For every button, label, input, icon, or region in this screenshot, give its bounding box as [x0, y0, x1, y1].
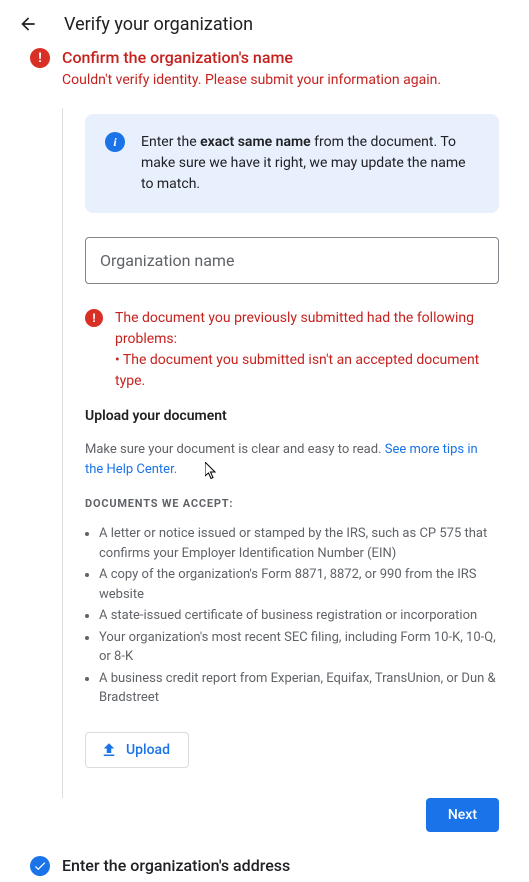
upload-button[interactable]: Upload	[85, 732, 189, 768]
back-arrow-icon	[18, 14, 38, 34]
check-icon	[30, 856, 50, 876]
step1-title: Confirm the organization's name	[62, 48, 293, 67]
list-item: A state-issued certificate of business r…	[99, 606, 499, 626]
info-text: Enter the exact same name from the docum…	[141, 132, 479, 195]
list-item: A business credit report from Experian, …	[99, 669, 499, 708]
list-item: A copy of the organization's Form 8871, …	[99, 565, 499, 604]
step1-subtitle: Couldn't verify identity. Please submit …	[62, 72, 499, 88]
upload-tip: Make sure your document is clear and eas…	[85, 440, 499, 479]
error-icon: !	[85, 309, 103, 327]
back-button[interactable]	[16, 12, 40, 36]
step2-title: Enter the organization's address	[62, 856, 290, 875]
upload-header: Upload your document	[85, 408, 499, 424]
list-item: A letter or notice issued or stamped by …	[99, 524, 499, 563]
docs-accept-header: DOCUMENTS WE ACCEPT:	[85, 497, 499, 510]
list-item: Your organization's most recent SEC fili…	[99, 628, 499, 667]
upload-icon	[100, 741, 118, 759]
docs-list: A letter or notice issued or stamped by …	[85, 524, 499, 708]
next-button[interactable]: Next	[426, 798, 499, 832]
info-icon: i	[105, 132, 125, 152]
document-error-text: The document you previously submitted ha…	[115, 308, 499, 392]
info-box: i Enter the exact same name from the doc…	[85, 114, 499, 213]
page-title: Verify your organization	[64, 14, 253, 35]
organization-name-input[interactable]	[85, 237, 499, 284]
error-icon: !	[30, 48, 50, 68]
